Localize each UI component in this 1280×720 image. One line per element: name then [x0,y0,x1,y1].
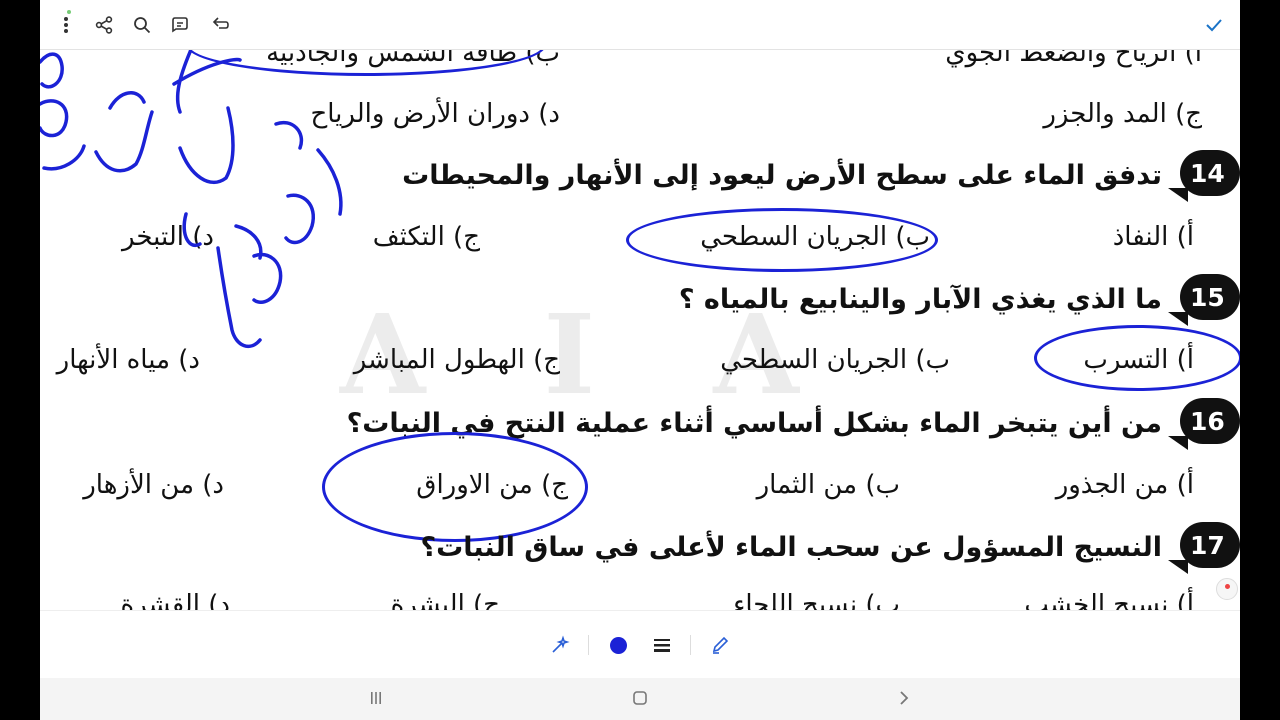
recents-icon[interactable] [364,686,388,710]
top-toolbar [40,0,1240,50]
more-vert-icon[interactable] [54,13,78,37]
option-14-b-circle [626,208,938,272]
chat-icon[interactable] [168,13,192,37]
option-16-d[interactable]: د) من الأزهار [83,470,224,500]
option-15-c[interactable]: ج) الهطول المباشر [354,345,560,375]
separator [588,635,589,655]
magic-pen-icon[interactable] [548,633,572,657]
question-14-text: تدفق الماء على سطح الأرض ليعود إلى الأنه… [402,160,1162,191]
option-16-b[interactable]: ب) من الثمار [757,470,900,500]
option-17-c[interactable]: ج) البشرة [391,590,500,610]
question-17-number: 17 [1168,522,1240,574]
option-15-d[interactable]: د) مياه الأنهار [57,345,200,375]
option-14-a[interactable]: أ) النفاذ [1113,222,1194,252]
option-16-c-circle [322,432,588,542]
back-icon[interactable] [892,686,916,710]
system-navbar [40,678,1240,720]
separator [690,635,691,655]
option-17-a[interactable]: أ) نسيج الخشب [1024,590,1194,610]
option-15-a-circle [1034,325,1240,391]
drawing-toolbar [40,610,1240,678]
undo-icon[interactable] [208,13,232,37]
line-weight-icon[interactable] [650,633,674,657]
color-dot-icon[interactable] [606,633,630,657]
pen-icon[interactable] [708,633,732,657]
search-icon[interactable] [130,13,154,37]
floating-action-button[interactable] [1216,578,1238,600]
option-17-b[interactable]: ب) نسيج اللحاء [733,590,900,610]
option-14-c[interactable]: ج) التكثف [373,222,480,252]
option-17-d[interactable]: د) القشرة [121,590,230,610]
option-13-c[interactable]: ج) المد والجزر [1043,99,1202,129]
document-page[interactable]: A I A أ) الرياح والضغط الجوي ب) طاقة الش… [40,0,1240,610]
question-14-number: 14 [1168,150,1240,202]
question-15-text: ما الذي يغذي الآبار والينابيع بالمياه ؟ [678,284,1162,315]
check-icon[interactable] [1202,13,1226,37]
option-13-d[interactable]: د) دوران الأرض والرياح [310,99,560,129]
option-15-b[interactable]: ب) الجريان السطحي [720,345,950,375]
question-16-number: 16 [1168,398,1240,450]
device-screen: A I A أ) الرياح والضغط الجوي ب) طاقة الش… [40,0,1240,720]
share-icon[interactable] [92,13,116,37]
question-17-text: النسيج المسؤول عن سحب الماء لأعلى في ساق… [420,532,1162,563]
option-16-a[interactable]: أ) من الجذور [1056,470,1194,500]
option-14-d[interactable]: د) التبخر [122,222,214,252]
question-15-number: 15 [1168,274,1240,326]
home-icon[interactable] [628,686,652,710]
